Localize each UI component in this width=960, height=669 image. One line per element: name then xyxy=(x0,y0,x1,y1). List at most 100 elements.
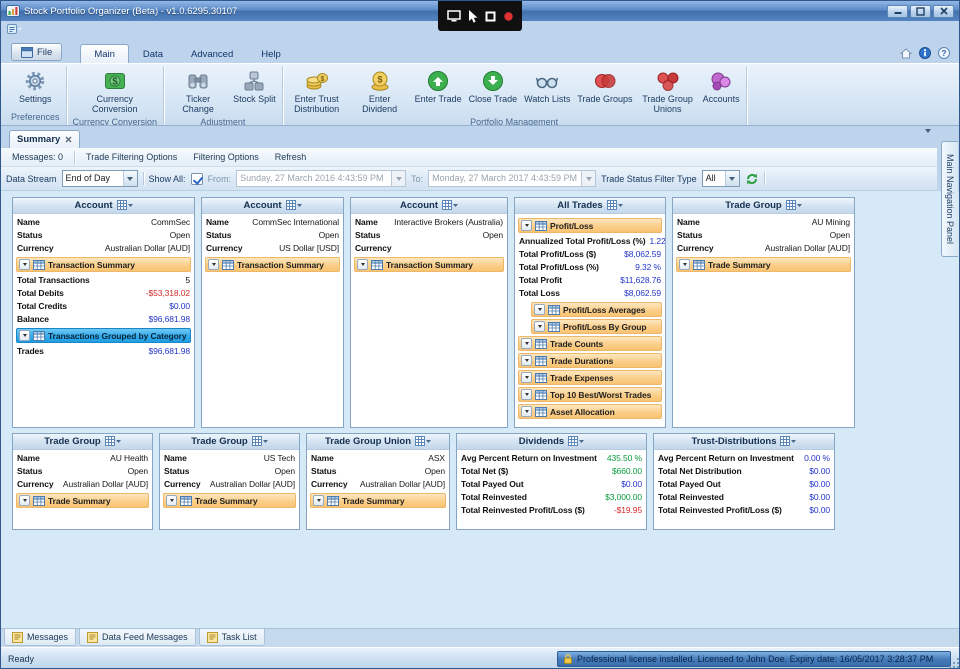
data-stream-select[interactable]: End of Day xyxy=(62,170,138,187)
section-header-profit-loss[interactable]: Profit/Loss xyxy=(518,218,662,233)
field-value: US Tech xyxy=(260,452,295,465)
section-header-trade-summary[interactable]: Trade Summary xyxy=(310,493,446,508)
minimize-button[interactable] xyxy=(887,5,908,18)
collapse-arrow-icon[interactable] xyxy=(534,304,545,315)
ribbon-tab-data[interactable]: Data xyxy=(129,44,177,64)
ribbon-button-settings[interactable]: Settings xyxy=(17,67,54,105)
collapse-arrow-icon[interactable] xyxy=(534,321,545,332)
ribbon-button-enter-trade[interactable]: Enter Trade xyxy=(413,67,464,105)
trade-status-filter-select[interactable]: All xyxy=(702,170,740,187)
show-all-checkbox[interactable] xyxy=(191,173,203,185)
section-header-trade-summary[interactable]: Trade Summary xyxy=(16,493,149,508)
info-icon[interactable] xyxy=(919,47,931,59)
trade-filtering-options-button[interactable]: Trade Filtering Options xyxy=(81,151,182,163)
home-icon[interactable] xyxy=(900,48,912,59)
stop-icon[interactable] xyxy=(485,11,496,22)
section-header-transaction-summary[interactable]: Transaction Summary xyxy=(354,257,504,272)
tab-list-dropdown-icon[interactable] xyxy=(925,133,931,144)
help-icon[interactable]: ? xyxy=(938,47,950,59)
panel-header[interactable]: Trade Group xyxy=(13,434,152,450)
to-date-input[interactable]: Monday, 27 March 2017 4:43:59 PM xyxy=(428,170,596,187)
ribbon-tab-main[interactable]: Main xyxy=(80,44,129,64)
chevron-down-icon[interactable] xyxy=(123,171,137,186)
collapse-arrow-icon[interactable] xyxy=(521,389,532,400)
maximize-button[interactable] xyxy=(910,5,931,18)
tab-task-list[interactable]: Task List xyxy=(199,629,265,646)
toolbar-separator xyxy=(74,151,75,164)
collapse-arrow-icon[interactable] xyxy=(166,495,177,506)
chevron-down-icon[interactable] xyxy=(725,171,739,186)
panel-header[interactable]: Trust-Distributions xyxy=(654,434,834,450)
collapse-arrow-icon[interactable] xyxy=(521,372,532,383)
messages-count-button[interactable]: Messages: 0 xyxy=(7,151,68,163)
panel-header[interactable]: Dividends xyxy=(457,434,646,450)
section-header-top-10-best-worst-trades[interactable]: Top 10 Best/Worst Trades xyxy=(518,387,662,402)
from-date-input[interactable]: Sunday, 27 March 2016 4:43:59 PM xyxy=(236,170,406,187)
filter-toolbar: Data Stream End of Day Show All: From: S… xyxy=(1,167,937,191)
ribbon-tab-help[interactable]: Help xyxy=(247,44,295,64)
quick-access-icon[interactable] xyxy=(7,24,22,35)
collapse-arrow-icon[interactable] xyxy=(521,338,532,349)
collapse-arrow-icon[interactable] xyxy=(313,495,324,506)
collapse-arrow-icon[interactable] xyxy=(521,220,532,231)
section-header-trade-expenses[interactable]: Trade Expenses xyxy=(518,370,662,385)
collapse-arrow-icon[interactable] xyxy=(19,259,30,270)
cursor-icon[interactable] xyxy=(468,10,478,23)
section-header-trade-summary[interactable]: Trade Summary xyxy=(676,257,851,272)
panel-header[interactable]: Account xyxy=(351,198,507,214)
resize-grip[interactable] xyxy=(947,656,960,669)
ribbon-button-ticker-change[interactable]: Ticker Change xyxy=(168,67,228,115)
section-header-asset-allocation[interactable]: Asset Allocation xyxy=(518,404,662,419)
tab-summary[interactable]: Summary xyxy=(9,130,80,148)
field-label: Currency xyxy=(17,242,54,255)
ribbon-header-icons: ? xyxy=(900,47,959,63)
ribbon-button-watch-lists[interactable]: Watch Lists xyxy=(522,67,572,105)
collapse-arrow-icon[interactable] xyxy=(679,259,690,270)
section-header-transactions-grouped-by-category[interactable]: Transactions Grouped by Category xyxy=(16,328,191,343)
collapse-arrow-icon[interactable] xyxy=(19,330,30,341)
panel-header[interactable]: Trade Group xyxy=(160,434,299,450)
section-header-trade-durations[interactable]: Trade Durations xyxy=(518,353,662,368)
collapse-arrow-icon[interactable] xyxy=(19,495,30,506)
record-icon[interactable] xyxy=(503,11,514,22)
field-label: Name xyxy=(311,452,334,465)
panel-header[interactable]: Account xyxy=(13,198,194,214)
section-header-trade-summary[interactable]: Trade Summary xyxy=(163,493,296,508)
collapse-arrow-icon[interactable] xyxy=(521,406,532,417)
ribbon-button-stock-split[interactable]: Stock Split xyxy=(231,67,278,105)
section-header-transaction-summary[interactable]: Transaction Summary xyxy=(205,257,340,272)
collapse-arrow-icon[interactable] xyxy=(357,259,368,270)
close-button[interactable] xyxy=(933,5,954,18)
ribbon-button-enter-dividend[interactable]: $Enter Dividend xyxy=(350,67,410,115)
field-row: NameInteractive Brokers (Australia) xyxy=(354,216,504,229)
panel-header[interactable]: Trade Group xyxy=(673,198,854,214)
ribbon-button-trade-groups[interactable]: Trade Groups xyxy=(575,67,634,105)
refresh-icon[interactable] xyxy=(745,172,759,186)
collapse-arrow-icon[interactable] xyxy=(521,355,532,366)
file-menu-button[interactable]: File xyxy=(11,43,62,61)
stat-label: Annualized Total Profit/Loss (%) xyxy=(519,235,646,248)
ribbon-tab-advanced[interactable]: Advanced xyxy=(177,44,247,64)
ribbon-button-accounts[interactable]: Accounts xyxy=(701,67,742,105)
tab-data-feed-messages[interactable]: Data Feed Messages xyxy=(79,629,196,646)
collapse-arrow-icon[interactable] xyxy=(208,259,219,270)
screen-capture-toolbar[interactable] xyxy=(438,1,522,31)
panel-header[interactable]: All Trades xyxy=(515,198,665,214)
refresh-button[interactable]: Refresh xyxy=(270,151,312,163)
panel-header[interactable]: Account xyxy=(202,198,343,214)
filtering-options-button[interactable]: Filtering Options xyxy=(188,151,264,163)
ribbon-button-currency-conversion[interactable]: $Currency Conversion xyxy=(85,67,145,115)
ribbon-button-enter-trust-distribution[interactable]: $Enter Trust Distribution xyxy=(287,67,347,115)
section-header-trade-counts[interactable]: Trade Counts xyxy=(518,336,662,351)
panel-header[interactable]: Trade Group Union xyxy=(307,434,449,450)
section-header-transaction-summary[interactable]: Transaction Summary xyxy=(16,257,191,272)
main-navigation-panel-tab[interactable]: Main Navigation Panel xyxy=(941,141,958,257)
section-header-profit-loss-averages[interactable]: Profit/Loss Averages xyxy=(531,302,662,317)
screen-icon[interactable] xyxy=(447,10,461,22)
tab-messages[interactable]: Messages xyxy=(4,629,76,646)
ribbon-button-trade-group-unions[interactable]: Trade Group Unions xyxy=(638,67,698,115)
field-value: Interactive Brokers (Australia) xyxy=(390,216,503,229)
tab-close-icon[interactable] xyxy=(65,136,72,143)
section-header-profit-loss-by-group[interactable]: Profit/Loss By Group xyxy=(531,319,662,334)
ribbon-button-close-trade[interactable]: Close Trade xyxy=(467,67,520,105)
